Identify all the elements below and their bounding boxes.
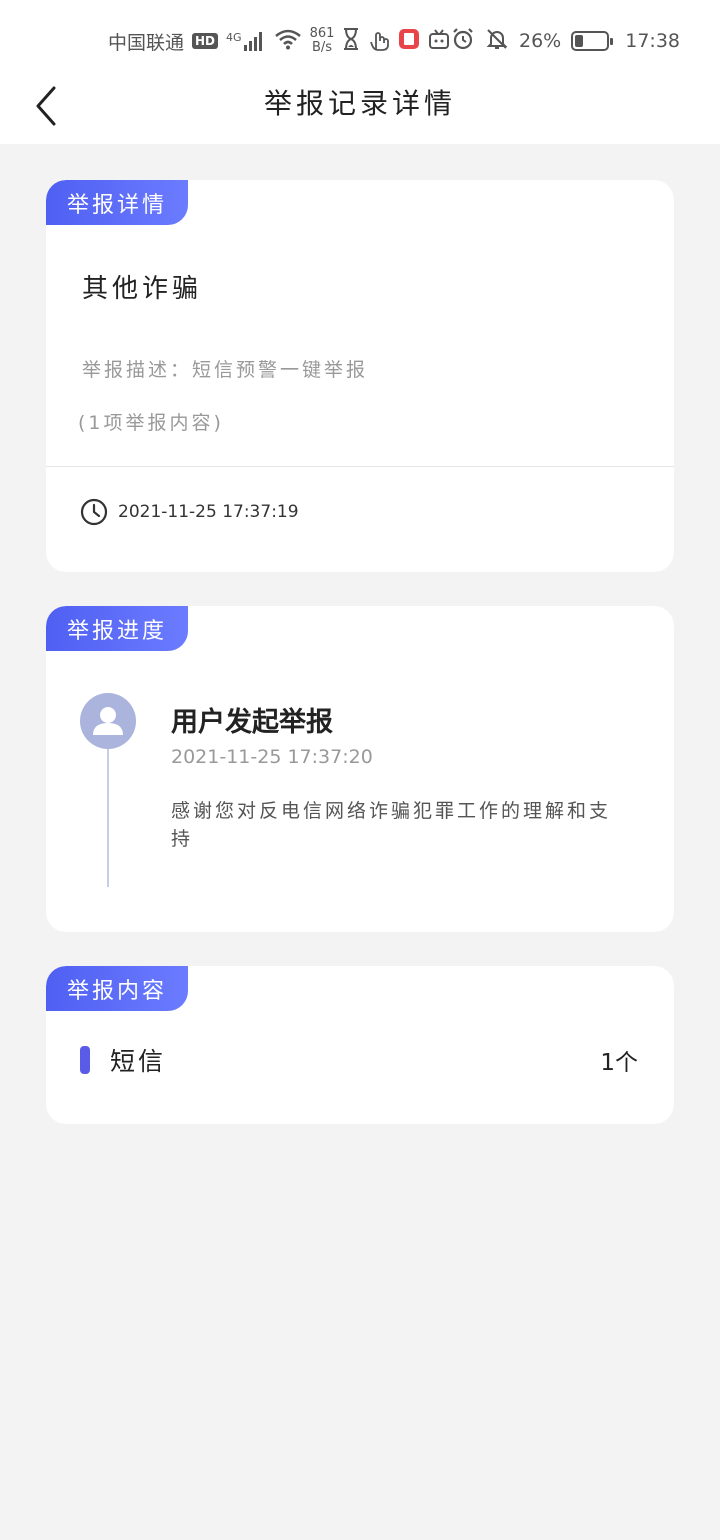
report-content-tag: 举报内容 — [46, 966, 188, 1011]
battery-level-fill — [575, 35, 584, 47]
carrier-name: 中国联通 — [108, 31, 185, 54]
report-detail-tag: 举报详情 — [46, 180, 188, 225]
nav-bar: 举报记录详情 — [0, 72, 720, 144]
content-item-row[interactable]: 短信 1个 — [80, 1044, 638, 1076]
status-left: 中国联通 HD 4G 861 B/s — [108, 26, 450, 56]
battery-percent: 26% — [519, 30, 562, 52]
battery-icon — [571, 31, 614, 51]
report-detail-card: 举报详情 其他诈骗 举报描述： 短信预警一键举报 (1项举报内容) 2021-1… — [46, 180, 674, 572]
status-bar: 中国联通 HD 4G 861 B/s 26% 17:38 — [0, 0, 720, 72]
wifi-icon — [274, 28, 302, 55]
mute-bell-icon — [485, 27, 509, 56]
report-category: 其他诈骗 — [82, 274, 203, 304]
report-progress-card: 举报进度 用户发起举报 2021-11-25 17:37:20 感谢您对反电信网… — [46, 606, 674, 932]
report-time: 2021-11-25 17:37:19 — [118, 502, 299, 522]
hourglass-icon — [342, 27, 360, 55]
speed-unit: B/s — [311, 40, 333, 55]
progress-step-message: 感谢您对反电信网络诈骗犯罪工作的理解和支持 — [171, 800, 612, 850]
progress-step-title: 用户发起举报 — [171, 707, 333, 738]
content-item-marker — [80, 1046, 90, 1074]
progress-step-time: 2021-11-25 17:37:20 — [171, 746, 373, 768]
touch-icon — [368, 27, 390, 56]
description-value: 短信预警一键举报 — [192, 359, 369, 381]
hd-badge: HD — [192, 33, 219, 49]
clock-icon — [80, 498, 108, 526]
clock-time: 17:38 — [625, 30, 680, 52]
alarm-icon — [451, 27, 475, 56]
report-description: 举报描述： 短信预警一键举报 — [82, 355, 368, 382]
network-speed: 861 B/s — [310, 27, 335, 55]
content-item-count: 1个 — [600, 1050, 638, 1076]
report-content-card: 举报内容 短信 1个 — [46, 966, 674, 1124]
speed-value: 861 — [309, 26, 335, 41]
report-time-row: 2021-11-25 17:37:19 — [80, 498, 299, 526]
report-item-count: (1项举报内容) — [78, 412, 224, 434]
timeline-line — [107, 749, 109, 887]
report-progress-tag: 举报进度 — [46, 606, 188, 651]
user-avatar-icon — [80, 693, 136, 749]
network-type: 4G — [226, 31, 242, 44]
content-item-label: 短信 — [110, 1047, 167, 1076]
status-right: 26% 17:38 — [451, 26, 680, 56]
signal-icon: 4G — [226, 31, 266, 51]
page-title: 举报记录详情 — [263, 87, 456, 120]
description-label: 举报描述： — [82, 359, 193, 381]
bilibili-icon — [428, 28, 450, 55]
divider — [46, 466, 674, 467]
book-app-icon — [398, 28, 420, 55]
